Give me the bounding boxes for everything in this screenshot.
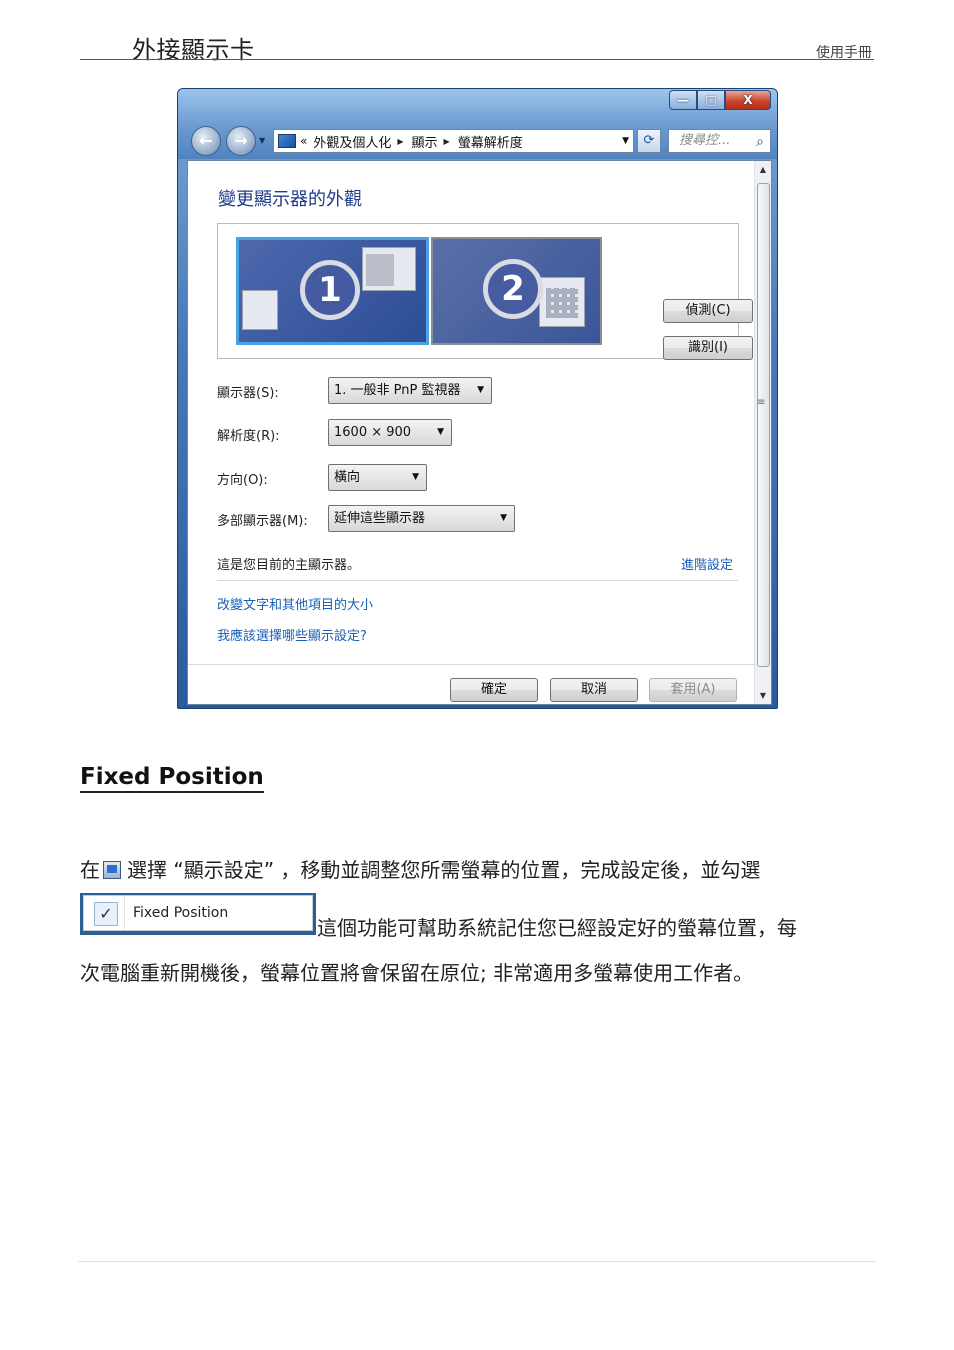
checkmark-icon: ✓	[94, 902, 118, 926]
multi-display-select[interactable]: 延伸這些顯示器 ▼	[328, 505, 515, 532]
breadcrumb-resolution[interactable]: 螢幕解析度	[458, 132, 523, 151]
dropdown-arrow-icon: ▼	[477, 385, 484, 395]
display-label: 顯示器(S):	[217, 386, 279, 401]
resolution-select[interactable]: 1600 × 900 ▼	[328, 419, 452, 446]
back-arrow-icon[interactable]: ←	[191, 126, 221, 156]
breadcrumb-overflow[interactable]: «	[300, 134, 307, 148]
menu-divider	[124, 896, 125, 930]
resolution-value: 1600 × 900	[334, 425, 412, 440]
dropdown-arrow-icon: ▼	[412, 472, 419, 482]
orientation-label: 方向(O):	[217, 473, 268, 488]
screen-resolution-dialog: — □ X ← → ▼ « 外觀及個人化 ▶ 顯示 ▶ 螢幕解析度 ▼ ⟳ 搜尋…	[177, 88, 778, 709]
search-icon[interactable]: ⌕	[756, 131, 764, 153]
multi-display-label: 多部顯示器(M):	[217, 514, 308, 529]
refresh-icon[interactable]: ⟳	[637, 129, 661, 153]
text-segment: 在	[80, 858, 100, 882]
close-button[interactable]: X	[725, 90, 771, 110]
window-thumbnail-icon	[242, 290, 278, 330]
apply-button[interactable]: 套用(A)	[649, 678, 737, 702]
divider	[188, 664, 755, 665]
control-panel-icon	[278, 134, 296, 148]
maximize-button[interactable]: □	[697, 90, 725, 110]
display-settings-icon	[103, 861, 121, 879]
breadcrumb-arrow-icon[interactable]: ▶	[397, 137, 403, 146]
dropdown-arrow-icon: ▼	[500, 513, 507, 523]
search-input[interactable]: 搜尋控... ⌕	[668, 129, 771, 153]
divider	[217, 580, 738, 581]
display-value: 1. 一般非 PnP 監視器	[334, 383, 461, 398]
text-size-link[interactable]: 改變文字和其他項目的大小	[217, 594, 373, 613]
dropdown-arrow-icon: ▼	[437, 427, 444, 437]
dialog-content: ▲ ≡ ▼ 變更顯示器的外觀 1 2 偵測(C) 識別(I) 顯示器(S): 1…	[187, 160, 772, 705]
primary-display-status: 這是您目前的主顯示器。	[217, 558, 361, 573]
header-divider	[80, 59, 874, 60]
breadcrumb-appearance[interactable]: 外觀及個人化	[313, 132, 391, 151]
address-dropdown-icon[interactable]: ▼	[622, 136, 629, 146]
monitor-2[interactable]: 2	[431, 237, 602, 345]
scroll-grip-icon: ≡	[757, 397, 766, 408]
ok-button[interactable]: 確定	[450, 678, 538, 702]
display-help-link[interactable]: 我應該選擇哪些顯示設定?	[217, 625, 367, 644]
address-bar[interactable]: « 外觀及個人化 ▶ 顯示 ▶ 螢幕解析度 ▼	[273, 129, 634, 153]
footer-divider	[78, 1261, 876, 1262]
forward-arrow-icon[interactable]: →	[226, 126, 256, 156]
monitor-arrangement: 1 2 偵測(C) 識別(I)	[217, 223, 753, 360]
scroll-up-icon[interactable]: ▲	[755, 161, 771, 178]
orientation-select[interactable]: 橫向 ▼	[328, 464, 427, 491]
detect-button[interactable]: 偵測(C)	[663, 299, 753, 323]
fixed-position-label: Fixed Position	[133, 905, 229, 921]
monitor-1[interactable]: 1	[236, 237, 429, 345]
advanced-settings-link[interactable]: 進階設定	[681, 554, 733, 573]
paragraph-line-3: 次電腦重新開機後，螢幕位置將會保留在原位; 非常適用多螢幕使用工作者。	[80, 961, 754, 985]
page-heading: 變更顯示器的外觀	[218, 189, 362, 210]
text-segment: 選擇 “顯示設定” ，移動並調整您所需螢幕的位置，完成設定後，並勾選	[127, 858, 761, 882]
monitor-number-badge: 2	[483, 259, 543, 319]
calendar-thumbnail-icon	[539, 277, 585, 327]
recent-pages-dropdown-icon[interactable]: ▼	[259, 136, 265, 145]
monitor-number-badge: 1	[300, 260, 360, 320]
fixed-position-menu-screenshot: ✓ Fixed Position	[80, 893, 316, 935]
section-heading: Fixed Position	[80, 764, 264, 793]
identify-button[interactable]: 識別(I)	[663, 336, 753, 360]
paragraph-line-1: 在 選擇 “顯示設定” ，移動並調整您所需螢幕的位置，完成設定後，並勾選	[80, 854, 760, 883]
cancel-button[interactable]: 取消	[550, 678, 638, 702]
menu-item[interactable]: ✓ Fixed Position	[83, 895, 313, 931]
scroll-thumb[interactable]	[757, 183, 770, 667]
orientation-value: 橫向	[334, 470, 361, 485]
vertical-scrollbar[interactable]: ▲ ≡ ▼	[754, 161, 771, 704]
multi-display-value: 延伸這些顯示器	[334, 511, 426, 526]
window-thumbnail-icon	[362, 247, 416, 291]
search-placeholder: 搜尋控...	[679, 133, 731, 148]
scroll-down-icon[interactable]: ▼	[755, 687, 771, 704]
breadcrumb-display[interactable]: 顯示	[412, 132, 438, 151]
minimize-button[interactable]: —	[669, 90, 697, 110]
display-select[interactable]: 1. 一般非 PnP 監視器 ▼	[328, 377, 492, 404]
breadcrumb-arrow-icon[interactable]: ▶	[444, 137, 450, 146]
resolution-label: 解析度(R):	[217, 429, 280, 444]
caption-buttons: — □ X	[669, 90, 771, 110]
paragraph-line-2: 這個功能可幫助系統記住您已經設定好的螢幕位置，每	[317, 916, 797, 940]
